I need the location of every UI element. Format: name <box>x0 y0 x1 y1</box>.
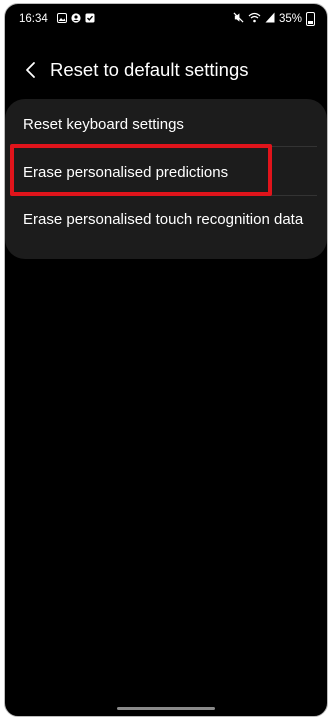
divider <box>23 195 317 196</box>
battery-icon <box>306 12 315 26</box>
erase-personalised-predictions-item[interactable]: Erase personalised predictions <box>23 163 313 183</box>
settings-card: Reset keyboard settings Erase personalis… <box>5 99 327 259</box>
notification-icons <box>57 13 95 23</box>
divider <box>23 146 317 147</box>
signal-icon <box>265 12 275 26</box>
page-title: Reset to default settings <box>50 59 249 80</box>
status-bar: 16:34 35% <box>5 4 327 34</box>
system-icons: 35% <box>233 12 315 26</box>
status-time: 16:34 <box>19 13 48 25</box>
image-icon <box>57 13 67 23</box>
wifi-icon <box>248 12 261 26</box>
phone-screen: 16:34 35% Reset to default settings Rese… <box>4 3 328 717</box>
erase-touch-recognition-data-item[interactable]: Erase personalised touch recognition dat… <box>23 210 313 230</box>
account-icon <box>71 13 81 23</box>
battery-percent: 35% <box>278 13 302 25</box>
app-header: Reset to default settings <box>5 52 327 88</box>
back-button[interactable] <box>19 58 43 82</box>
gesture-bar[interactable] <box>117 707 215 710</box>
checkbox-icon <box>85 13 95 23</box>
mute-icon <box>233 12 244 26</box>
reset-keyboard-settings-item[interactable]: Reset keyboard settings <box>23 115 313 135</box>
chevron-left-icon <box>26 62 35 78</box>
